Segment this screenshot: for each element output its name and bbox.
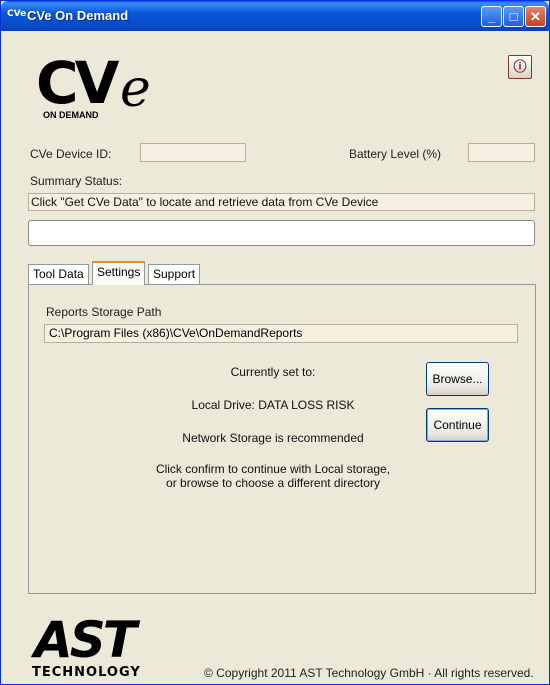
technology-logo-text: TECHNOLOGY <box>32 665 141 680</box>
logo-subtitle: ON DEMAND <box>43 110 99 120</box>
local-drive-warning: Local Drive: DATA LOSS RISK <box>191 398 355 412</box>
info-button[interactable]: ⓘ <box>508 55 532 79</box>
status-detail-field[interactable] <box>28 220 535 246</box>
reports-path-field[interactable]: C:\Program Files (x86)\CVe\OnDemandRepor… <box>44 324 518 343</box>
app-icon: CVe <box>7 9 27 19</box>
reports-path-label: Reports Storage Path <box>46 305 162 319</box>
tab-settings[interactable]: Settings <box>92 261 146 285</box>
logo-cv-text: CV <box>36 49 119 117</box>
browse-button[interactable]: Browse... <box>426 362 489 396</box>
ast-technology-logo: AST TECHNOLOGY <box>32 615 192 680</box>
logo-e-text: e <box>120 59 151 119</box>
title-bar[interactable]: CVe CVe On Demand _ □ ✕ <box>1 1 549 31</box>
cve-on-demand-logo: CV e ON DEMAND <box>36 49 166 125</box>
battery-level-field[interactable] <box>468 143 535 162</box>
instruction-line-1: Click confirm to continue with Local sto… <box>155 462 391 476</box>
ast-logo-text: AST <box>34 611 137 669</box>
summary-status-text: Click "Get CVe Data" to locate and retri… <box>28 193 535 211</box>
maximize-button[interactable]: □ <box>503 6 524 27</box>
window-title: CVe On Demand <box>27 8 129 23</box>
device-id-label: CVe Device ID: <box>30 147 112 161</box>
copyright-text: © Copyright 2011 AST Technology GmbH · A… <box>204 666 534 680</box>
network-recommendation-text: Network Storage is recommended <box>182 431 364 445</box>
info-icon: ⓘ <box>513 59 527 74</box>
instruction-line-2: or browse to choose a different director… <box>166 476 380 490</box>
close-button[interactable]: ✕ <box>525 6 546 27</box>
tab-tool-data[interactable]: Tool Data <box>28 264 89 284</box>
device-id-field[interactable] <box>140 143 246 162</box>
currently-set-text: Currently set to: <box>230 365 316 379</box>
summary-status-label: Summary Status: <box>30 174 123 188</box>
continue-button[interactable]: Continue <box>426 408 489 442</box>
minimize-button[interactable]: _ <box>481 6 502 27</box>
battery-level-label: Battery Level (%) <box>349 147 442 161</box>
tab-support[interactable]: Support <box>148 264 201 284</box>
